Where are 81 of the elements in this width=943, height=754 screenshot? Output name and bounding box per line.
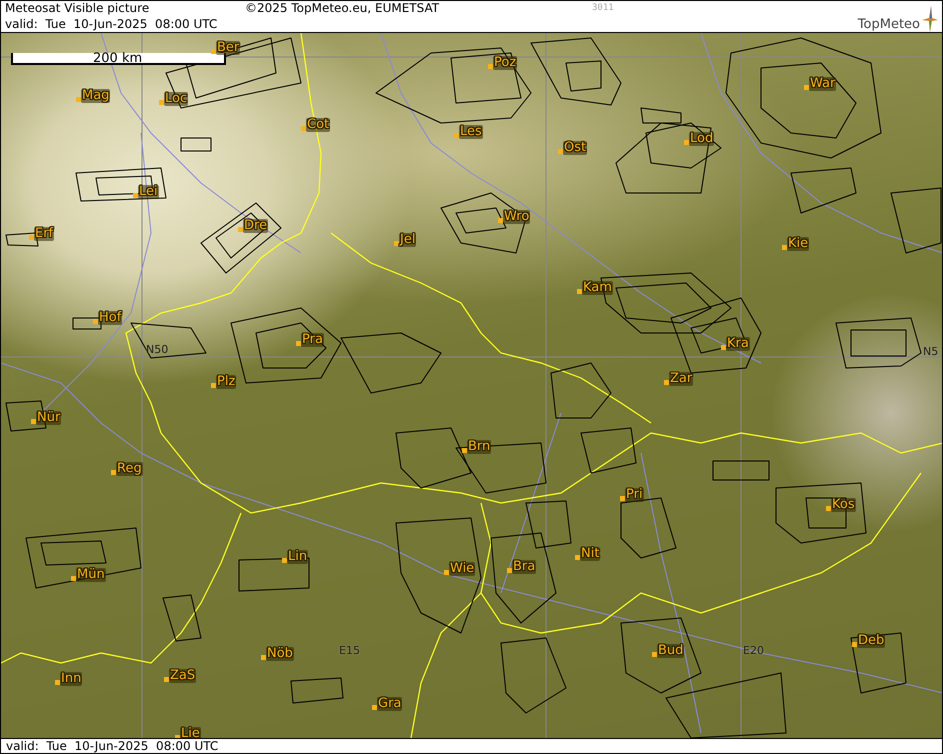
city-marker [93, 319, 98, 324]
city-label: Nür [36, 411, 62, 425]
city-marker [282, 558, 287, 563]
city-label: Nöb [266, 647, 294, 661]
city-label: Gra [377, 697, 402, 711]
city-marker [804, 85, 809, 90]
city-marker [454, 133, 459, 138]
city-marker [782, 245, 787, 250]
compass-star-icon [922, 6, 938, 32]
city-marker [55, 680, 60, 685]
city-marker [301, 126, 306, 131]
city-marker [488, 64, 493, 69]
city-marker [684, 140, 689, 145]
city-label: Nit [580, 547, 600, 561]
city-marker [721, 345, 726, 350]
city-marker [826, 506, 831, 511]
city-label: Kra [726, 337, 750, 351]
city-label: Mag [81, 89, 110, 103]
city-label: Wie [449, 562, 476, 576]
city-label: Brn [467, 440, 492, 454]
city-marker [164, 677, 169, 682]
city-label: Lin [287, 550, 308, 564]
city-marker [664, 380, 669, 385]
city-label: Pri [625, 488, 644, 502]
grid-label: N5 [923, 345, 938, 358]
valid-time: valid: Tue 10-Jun-2025 08:00 UTC [6, 739, 218, 753]
city-label: Inn [60, 672, 82, 686]
city-marker [852, 642, 857, 647]
city-label: Wro [503, 210, 530, 224]
city-label: Bud [657, 644, 684, 658]
city-marker [462, 448, 467, 453]
city-marker [444, 570, 449, 575]
city-label: Lod [689, 132, 714, 146]
city-marker [498, 218, 503, 223]
city-label: Les [459, 125, 483, 139]
city-label: Kie [787, 237, 810, 251]
city-marker [133, 193, 138, 198]
city-label: Hof [98, 311, 122, 325]
city-label: Kos [831, 498, 856, 512]
city-label: Erf [34, 227, 54, 241]
city-marker [620, 496, 625, 501]
city-label: Ost [563, 141, 588, 155]
city-marker [652, 652, 657, 657]
city-label: Deb [857, 634, 886, 648]
city-label: Poz [493, 56, 518, 70]
city-label: War [809, 77, 836, 91]
city-label: Jel [399, 233, 416, 247]
city-marker [507, 568, 512, 573]
city-label: Mün [76, 568, 106, 582]
picture-title: Meteosat Visible picture [5, 1, 150, 17]
city-label: Zar [669, 372, 694, 386]
city-marker [296, 341, 301, 346]
grid-label: E15 [339, 644, 360, 657]
city-marker [575, 555, 580, 560]
city-marker [211, 383, 216, 388]
city-label: Plz [216, 375, 236, 389]
scale-label: 200 km [93, 51, 142, 66]
copyright-text: ©2025 TopMeteo.eu, EUMETSAT [245, 1, 440, 17]
city-label: ZaS [169, 669, 196, 683]
city-marker [372, 705, 377, 710]
city-marker [558, 149, 563, 154]
city-label: Reg [116, 462, 143, 476]
city-marker [29, 235, 34, 240]
city-label: Cot [306, 118, 330, 132]
city-marker [261, 655, 266, 660]
image-code: 3011 [591, 2, 615, 15]
city-marker [76, 97, 81, 102]
city-marker [394, 241, 399, 246]
city-marker [577, 289, 582, 294]
grid-label: N50 [146, 343, 168, 356]
logo-text: TopMeteo [858, 17, 920, 32]
city-marker [71, 576, 76, 581]
city-marker [111, 470, 116, 475]
city-marker [159, 100, 164, 105]
city-label: Pra [301, 333, 324, 347]
city-marker [211, 49, 216, 54]
city-label: Bra [512, 560, 536, 574]
city-marker [31, 419, 36, 424]
city-marker [238, 227, 243, 232]
valid-time: valid: Tue 10-Jun-2025 08:00 UTC [5, 17, 218, 33]
city-label: Kam [582, 281, 613, 295]
